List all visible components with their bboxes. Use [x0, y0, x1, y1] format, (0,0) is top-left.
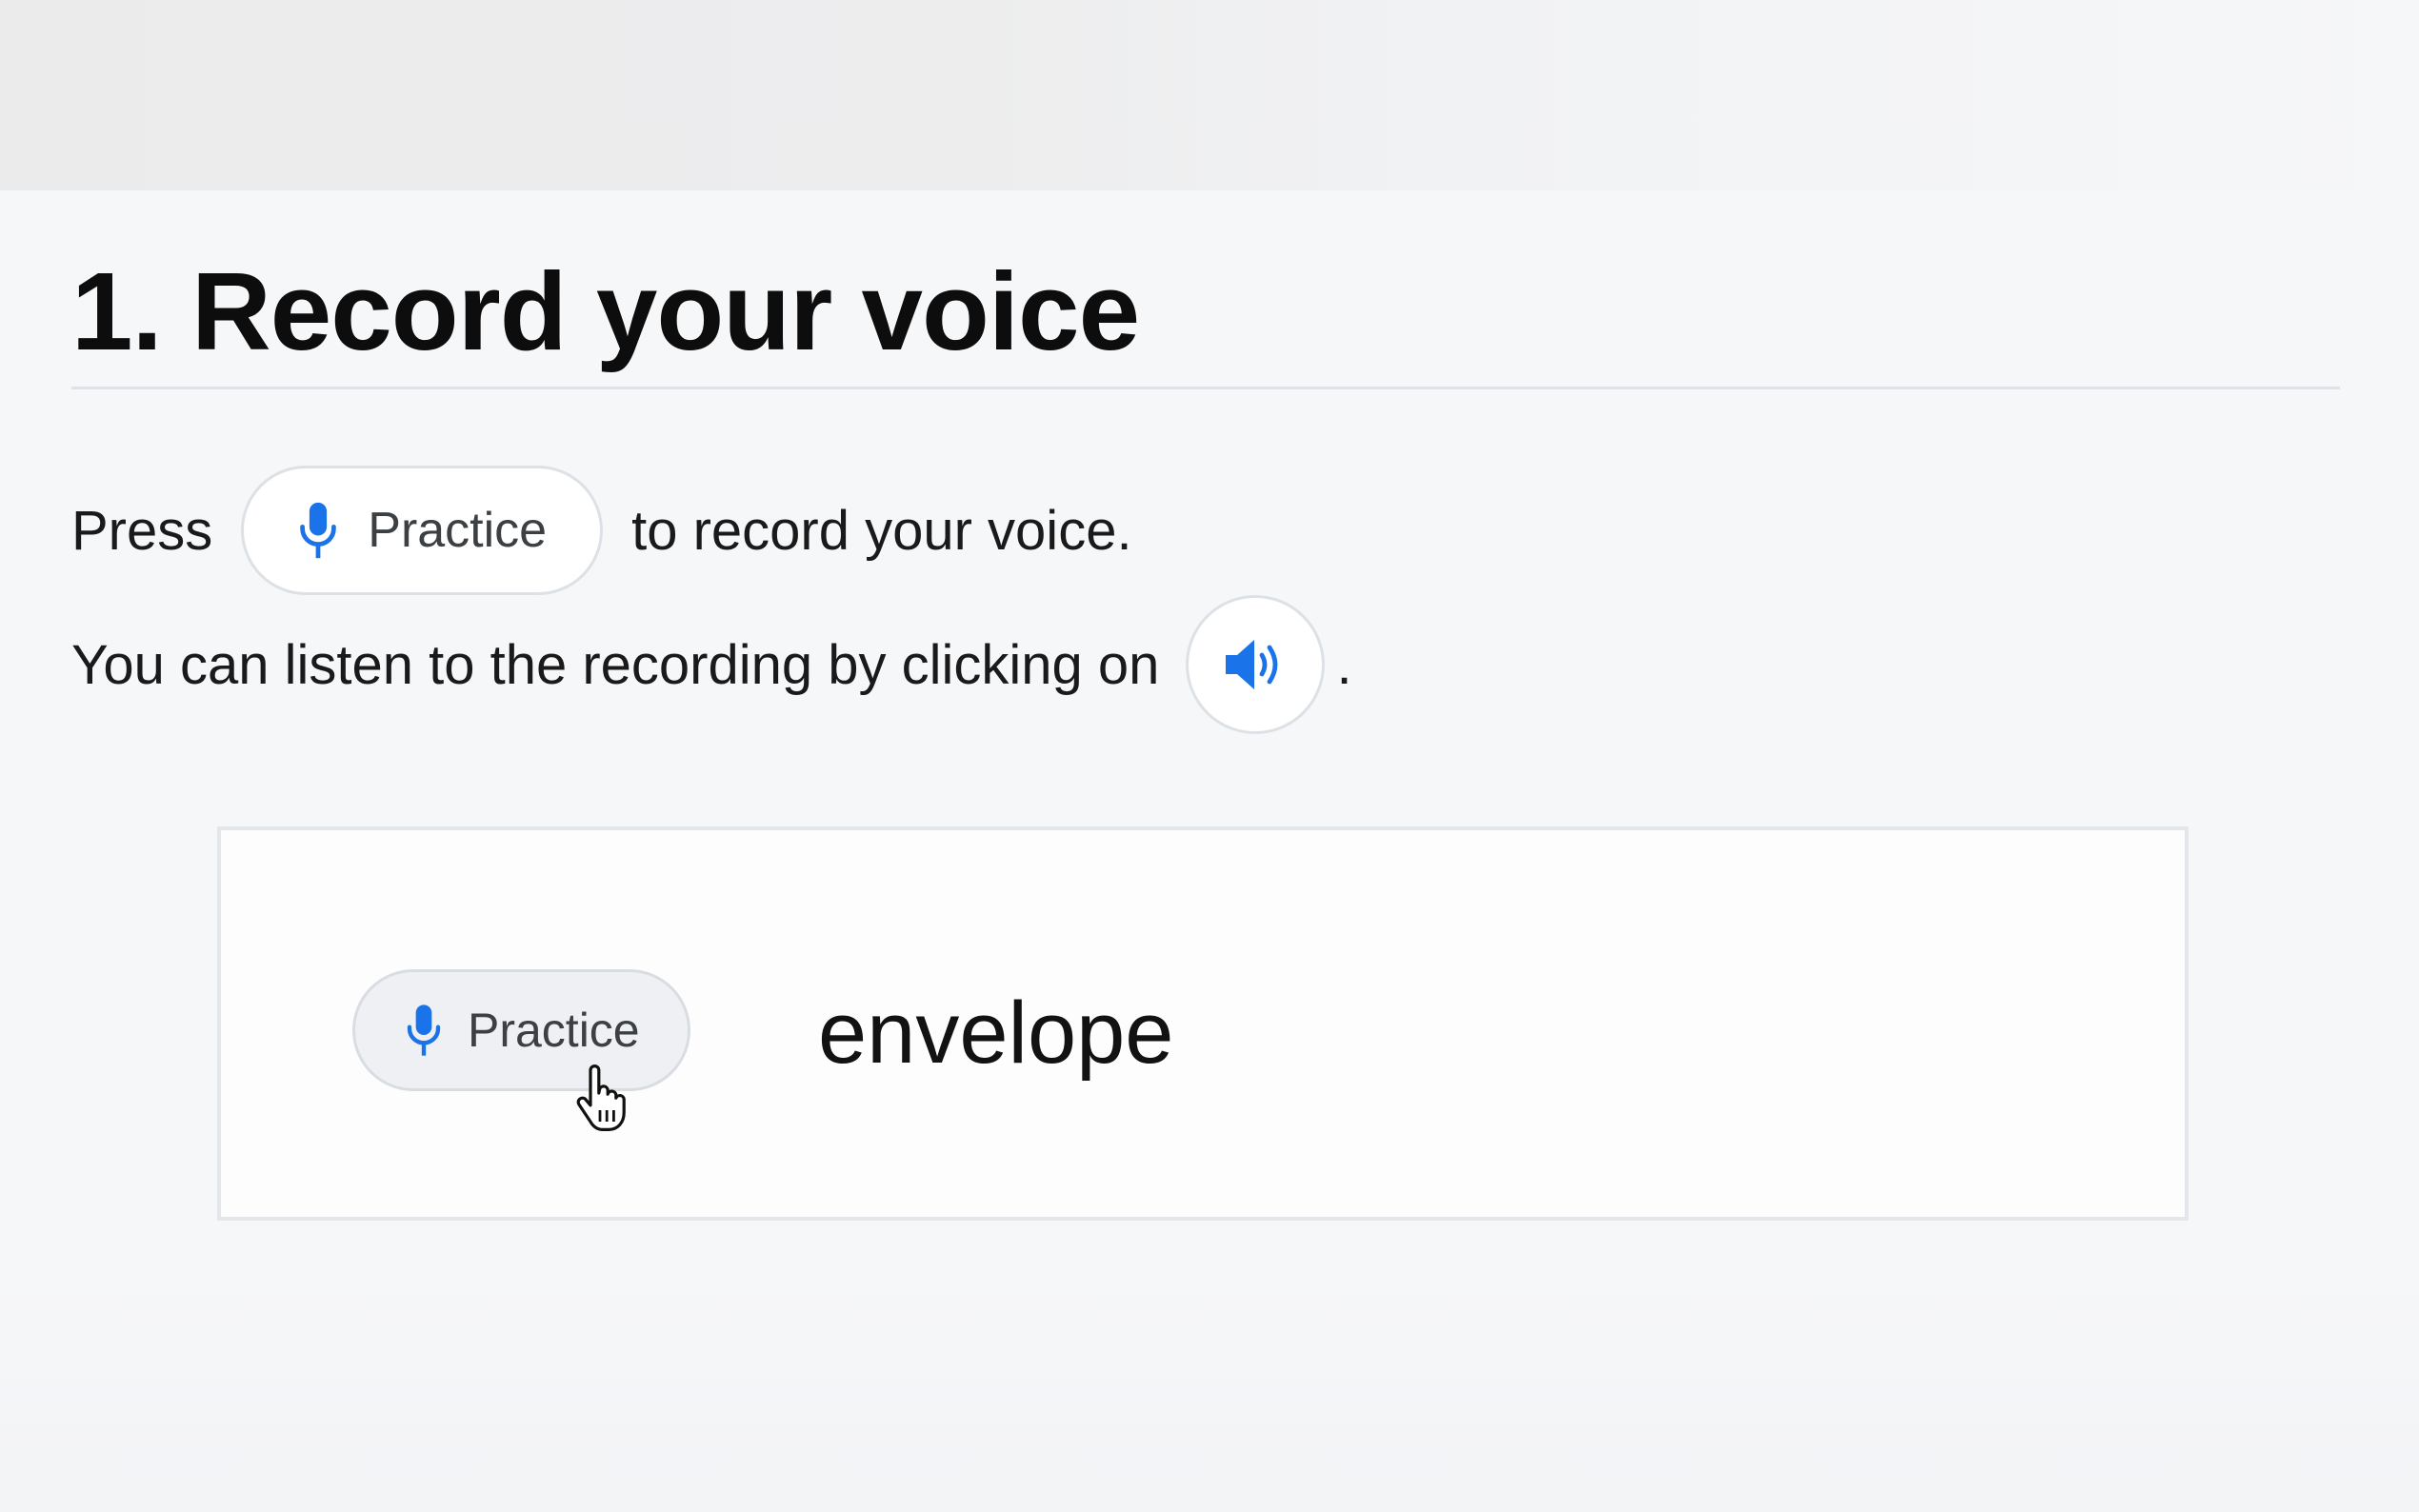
instruction-line-listen: You can listen to the recording by click… — [71, 595, 1352, 734]
demo-practice-button-label: Practice — [468, 1004, 640, 1057]
demo-card: Practice envelope — [217, 826, 2189, 1221]
microphone-icon — [297, 501, 339, 560]
practice-word: envelope — [818, 985, 1174, 1082]
page-title: 1. Record your voice — [71, 249, 1140, 373]
practice-button-label: Practice — [368, 503, 548, 558]
instruction-line-record: Press Practice to record your voice. — [71, 464, 1132, 597]
title-divider — [71, 387, 2340, 389]
instruction-period: . — [1336, 633, 1352, 696]
instruction-record-text: to record your voice. — [631, 499, 1132, 562]
top-banner-area — [0, 0, 2419, 190]
bottom-background-shade — [0, 1276, 2419, 1512]
instruction-press-text: Press — [71, 499, 213, 562]
demo-practice-button[interactable]: Practice — [352, 969, 690, 1091]
play-recording-button[interactable] — [1186, 595, 1326, 734]
speaker-icon — [1222, 636, 1289, 693]
microphone-icon — [405, 1003, 443, 1058]
instruction-listen-text: You can listen to the recording by click… — [71, 633, 1160, 696]
practice-button[interactable]: Practice — [241, 466, 604, 595]
